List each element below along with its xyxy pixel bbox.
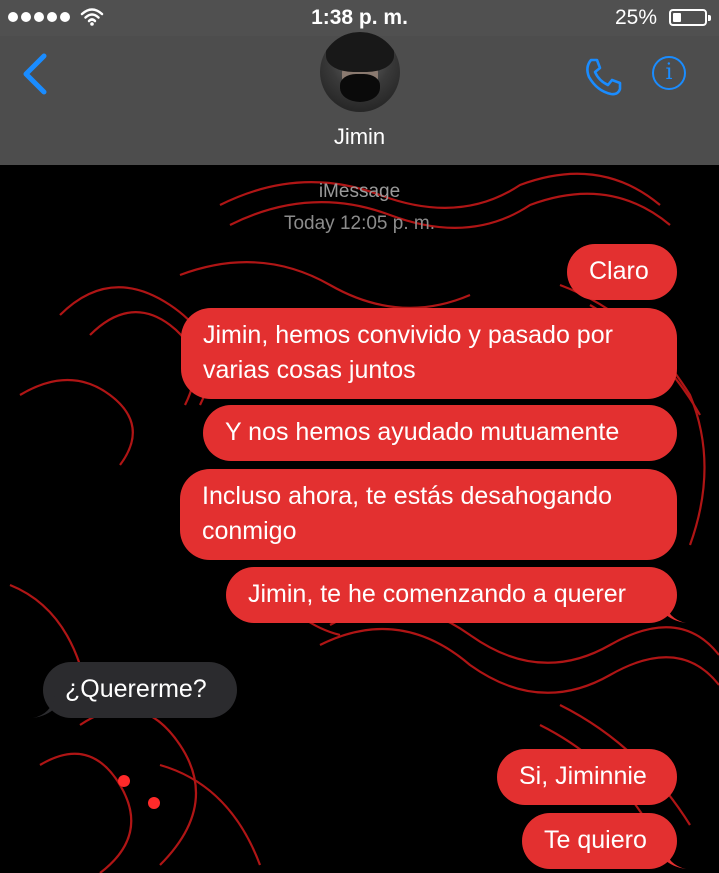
bubble-tail [664, 847, 686, 869]
message-thread[interactable]: iMessage Today 12:05 p. m. Claro Jimin, … [0, 165, 719, 873]
message-bubble-received[interactable]: ¿Quererme? [43, 662, 237, 718]
battery-icon [669, 9, 711, 26]
battery-percent: 25% [614, 6, 657, 29]
message-bubble-sent[interactable]: Si, Jiminnie [497, 749, 677, 805]
bubble-tail [664, 601, 686, 623]
message-bubble-sent[interactable]: Claro [567, 244, 677, 300]
message-bubble-sent[interactable]: Jimin, hemos convivido y pasado por vari… [181, 308, 677, 399]
chevron-left-icon[interactable] [20, 52, 50, 96]
contact-name[interactable]: Jimin [0, 124, 719, 150]
conversation-header: Jimin i [0, 32, 719, 165]
status-time: 1:38 p. m. [311, 6, 408, 29]
message-bubble-sent[interactable]: Te quiero [522, 813, 677, 869]
info-icon[interactable]: i [652, 56, 686, 90]
contact-avatar[interactable] [320, 32, 400, 112]
message-bubble-sent[interactable]: Y nos hemos ayudado mutuamente [203, 405, 677, 461]
service-label: iMessage [318, 181, 401, 202]
status-bar: 1:38 p. m. 25% [0, 0, 719, 36]
phone-icon[interactable] [583, 57, 623, 97]
conversation-timestamp: Today 12:05 p. m. [283, 213, 436, 234]
message-bubble-sent[interactable]: Jimin, te he comenzando a querer [226, 567, 677, 623]
bubble-tail [33, 696, 55, 718]
message-bubble-sent[interactable]: Incluso ahora, te estás desahogando conm… [180, 469, 677, 560]
